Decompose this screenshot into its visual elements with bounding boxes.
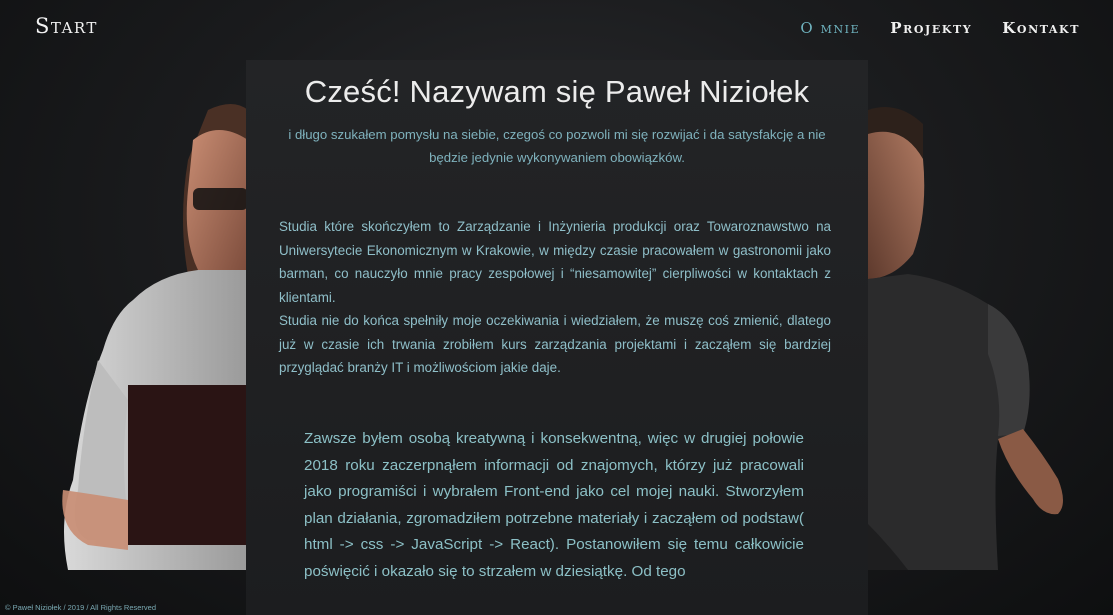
profile-photo-left: [62, 104, 248, 570]
about-paragraph-change-text: Studia nie do końca spełniły moje oczeki…: [279, 313, 831, 375]
page-title: Cześć! Nazywam się Paweł Niziołek: [304, 74, 810, 109]
nav-brand-start[interactable]: Start: [35, 14, 98, 38]
about-paragraph-studies-text: Studia które skończyłem to Zarządzanie i…: [279, 219, 831, 305]
footer-copyright: © Paweł Niziołek / 2019 / All Rights Res…: [5, 603, 157, 612]
nav-link-about[interactable]: O mnie: [800, 19, 860, 37]
about-paragraph-studies: Studia które skończyłem to Zarządzanie i…: [279, 215, 831, 380]
page-subtitle: i długo szukałem pomysłu na siebie, czeg…: [288, 127, 826, 165]
top-nav: Start O mnie Projekty Kontakt: [0, 0, 1113, 58]
profile-photo-right: [868, 107, 1063, 570]
about-paragraph-frontend: Zawsze byłem osobą kreatywną i konsekwen…: [304, 430, 804, 580]
nav-links: O mnie Projekty Kontakt: [800, 19, 1080, 37]
about-panel: Cześć! Nazywam się Paweł Niziołek i dług…: [246, 60, 868, 615]
page: Start O mnie Projekty Kontakt Cześć! Naz…: [0, 0, 1113, 615]
nav-link-contact[interactable]: Kontakt: [1002, 19, 1080, 37]
nav-link-projects[interactable]: Projekty: [890, 19, 972, 37]
